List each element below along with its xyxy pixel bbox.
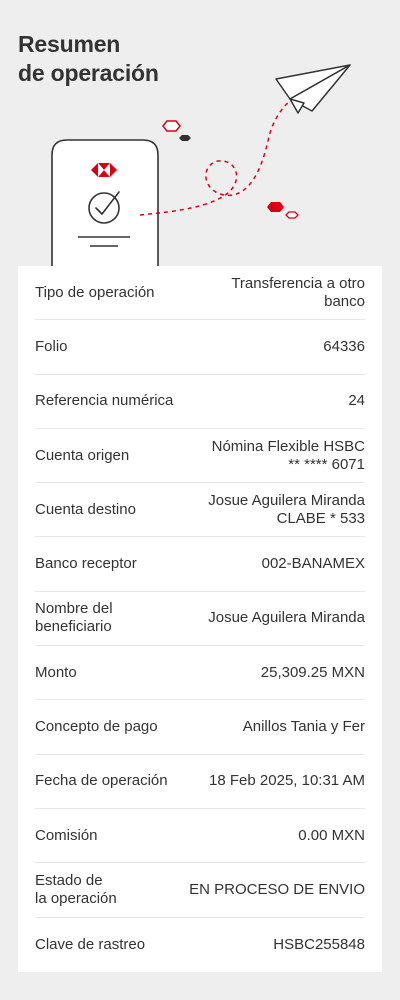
detail-label: Nombre del beneficiario <box>35 600 113 636</box>
detail-row-source-account: Cuenta origen Nómina Flexible HSBC ** **… <box>35 429 365 484</box>
detail-row-operation-date: Fecha de operación 18 Feb 2025, 10:31 AM <box>35 755 365 809</box>
detail-value: Nómina Flexible HSBC ** **** 6071 <box>211 437 365 473</box>
detail-value: EN PROCESO DE ENVIO <box>189 880 365 898</box>
detail-value: Anillos Tania y Fer <box>242 718 365 736</box>
detail-label: Clave de rastreo <box>35 935 146 953</box>
detail-label: Folio <box>35 337 68 355</box>
detail-label: Cuenta destino <box>35 500 136 518</box>
detail-row-numeric-reference: Referencia numérica 24 <box>35 375 365 429</box>
detail-value: HSBC255848 <box>273 935 365 953</box>
detail-value: Josue Aguilera Miranda CLABE * 533 <box>208 491 365 527</box>
detail-row-receiving-bank: Banco receptor 002-BANAMEX <box>35 537 365 592</box>
detail-row-operation-status: Estado de la operación EN PROCESO DE ENV… <box>35 863 365 918</box>
detail-value: 25,309.25 MXN <box>260 663 365 681</box>
paper-plane-icon <box>275 64 351 114</box>
operation-illustration <box>51 64 351 275</box>
detail-row-folio: Folio 64336 <box>35 320 365 375</box>
decorative-hexagons <box>162 120 299 219</box>
detail-row-beneficiary-name: Nombre del beneficiario Josue Aguilera M… <box>35 592 365 647</box>
detail-row-operation-type: Tipo de operación Transferencia a otro b… <box>35 266 365 321</box>
detail-label: Concepto de pago <box>35 718 158 736</box>
detail-row-payment-concept: Concepto de pago Anillos Tania y Fer <box>35 700 365 755</box>
detail-value: 0.00 MXN <box>298 826 365 844</box>
detail-value: 18 Feb 2025, 10:31 AM <box>209 772 365 790</box>
detail-label: Cuenta origen <box>35 446 130 464</box>
detail-label: Monto <box>35 663 77 681</box>
detail-value: 002-BANAMEX <box>261 555 365 573</box>
detail-label: Referencia numérica <box>35 392 174 410</box>
operation-details-card: Tipo de operación Transferencia a otro b… <box>18 266 382 972</box>
phone-icon <box>51 139 159 275</box>
detail-row-amount: Monto 25,309.25 MXN <box>35 646 365 701</box>
detail-value: Transferencia a otro banco <box>231 274 365 310</box>
detail-row-tracking-key: Clave de rastreo HSBC255848 <box>35 918 365 972</box>
detail-value: 64336 <box>323 337 365 355</box>
detail-value: Josue Aguilera Miranda <box>208 609 365 627</box>
detail-label: Estado de la operación <box>35 871 117 907</box>
detail-label: Banco receptor <box>35 555 137 573</box>
detail-label: Fecha de operación <box>35 772 168 790</box>
detail-value: 24 <box>348 392 365 410</box>
detail-label: Tipo de operación <box>35 283 155 301</box>
detail-row-commission: Comisión 0.00 MXN <box>35 809 365 864</box>
detail-row-destination-account: Cuenta destino Josue Aguilera Miranda CL… <box>35 483 365 538</box>
detail-label: Comisión <box>35 826 98 844</box>
